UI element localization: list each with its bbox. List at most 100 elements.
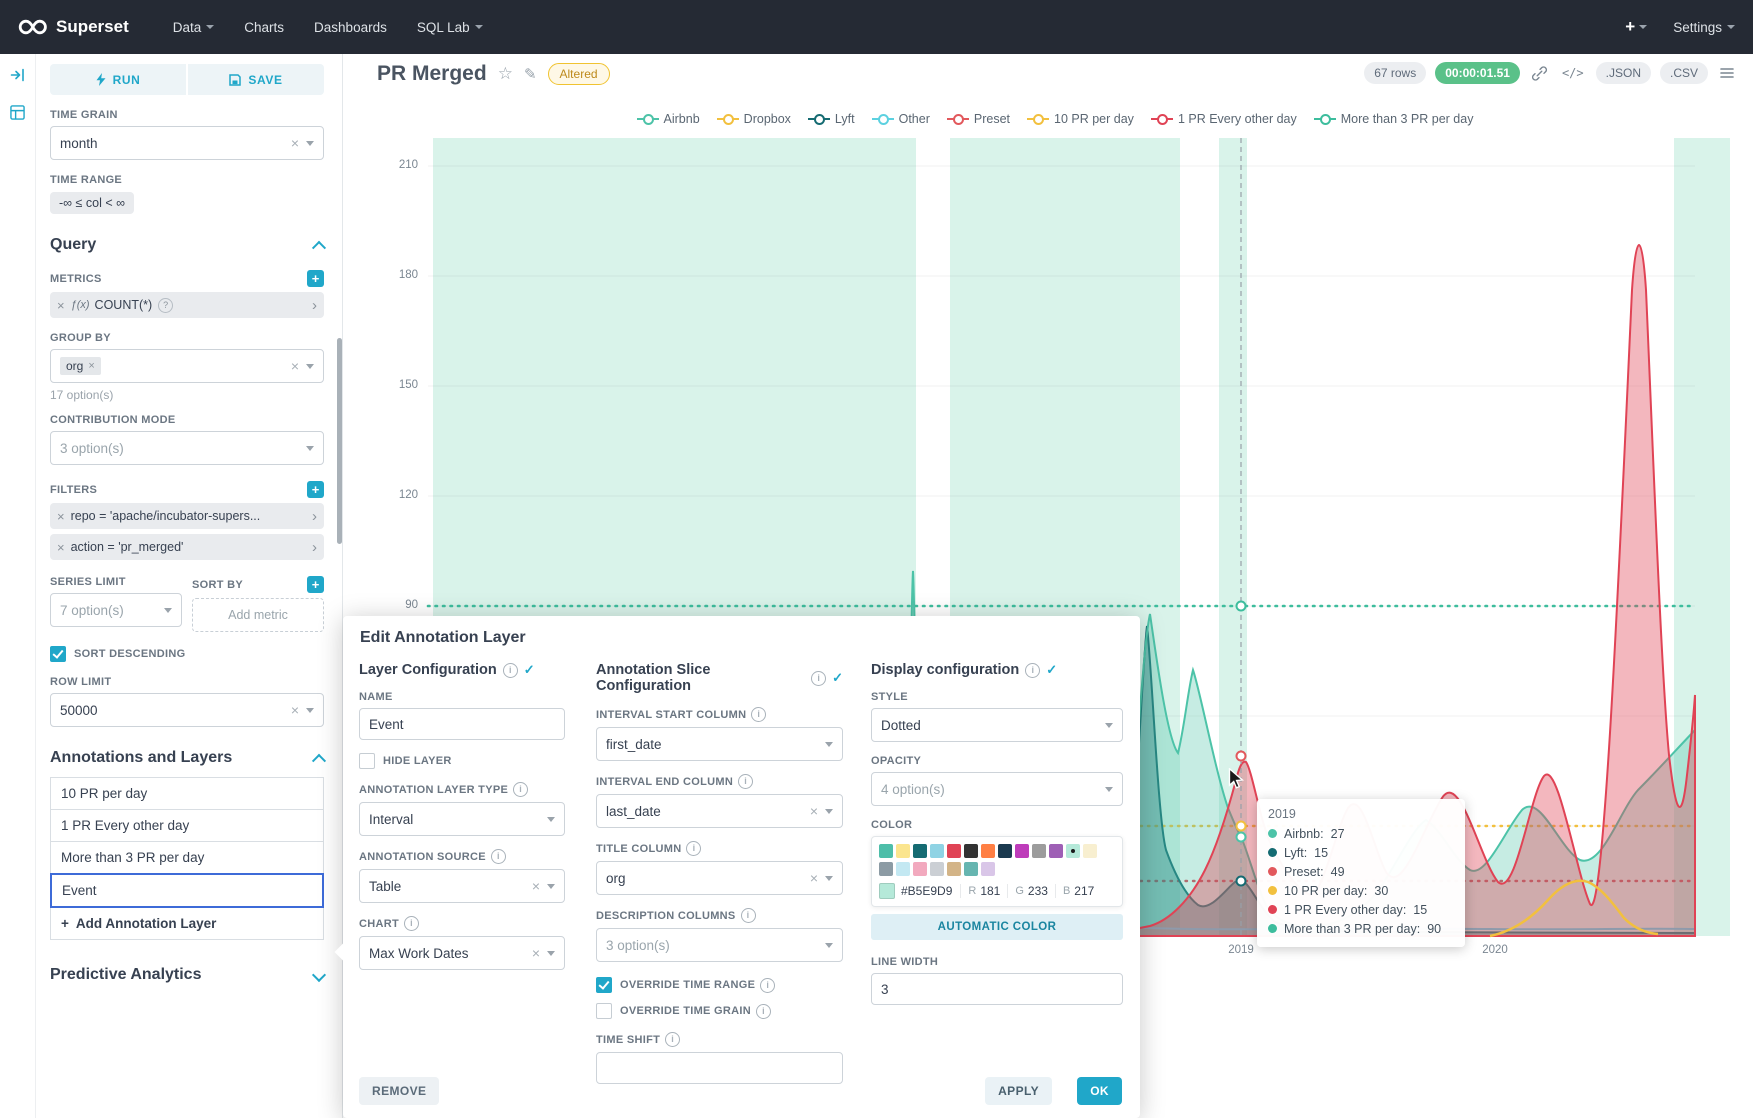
embed-code-icon[interactable]: </> [1559,64,1587,82]
remove-icon[interactable]: × [57,540,65,555]
remove-icon[interactable]: × [57,509,65,524]
b-value-group[interactable]: B217 [1055,884,1101,898]
add-filter-button[interactable]: + [307,481,324,498]
color-swatch[interactable] [998,844,1012,858]
interval-start-column-select[interactable]: first_date [596,727,843,761]
color-swatch[interactable] [879,862,893,876]
color-swatch[interactable] [930,862,944,876]
add-metric-button[interactable]: + [307,270,324,287]
color-swatch-selected[interactable] [1066,844,1080,858]
clear-icon[interactable]: × [291,703,299,717]
apply-button[interactable]: APPLY [985,1077,1052,1105]
section-query[interactable]: Query [50,236,324,254]
color-swatch[interactable] [930,844,944,858]
sort-by-add-metric[interactable]: Add metric [192,598,324,632]
opacity-select[interactable]: 4 option(s) [871,772,1123,806]
sort-descending-checkbox[interactable] [50,646,66,662]
line-width-input[interactable] [871,973,1123,1005]
help-icon[interactable]: ? [158,298,173,313]
interval-end-column-select[interactable]: last_date× [596,794,843,828]
clear-icon[interactable]: × [291,359,299,373]
metric-pill-count[interactable]: × ƒ(x) COUNT(*) ? › [50,292,324,318]
name-input[interactable] [359,708,565,740]
section-annotations[interactable]: Annotations and Layers [50,749,324,767]
color-swatch[interactable] [1015,844,1029,858]
remove-tag-icon[interactable]: × [88,360,94,372]
color-swatch[interactable] [981,862,995,876]
time-shift-input[interactable] [596,1052,843,1084]
clear-icon[interactable]: × [810,871,818,885]
export-json-button[interactable]: .JSON [1596,62,1651,84]
altered-badge[interactable]: Altered [548,63,610,85]
remove-icon[interactable]: × [57,298,65,313]
color-swatch[interactable] [896,844,910,858]
description-columns-select[interactable]: 3 option(s) [596,928,843,962]
filter-pill-repo[interactable]: × repo = 'apache/incubator-supers... › [50,503,324,529]
annotation-layer-type-select[interactable]: Interval [359,802,565,836]
color-swatch[interactable] [1083,844,1097,858]
nav-item-dashboards[interactable]: Dashboards [314,20,387,35]
new-dropdown-button[interactable]: + [1625,17,1647,37]
style-select[interactable]: Dotted [871,708,1123,742]
time-grain-select[interactable]: month × [50,126,324,160]
override-time-grain-checkbox[interactable] [596,1003,612,1019]
nav-item-charts[interactable]: Charts [244,20,284,35]
color-swatch[interactable] [964,862,978,876]
r-value-group[interactable]: R181 [960,884,1007,898]
clear-icon[interactable]: × [810,804,818,818]
clear-icon[interactable]: × [532,946,540,960]
color-swatch[interactable] [913,844,927,858]
legend-item-lyft[interactable]: Lyft [808,112,855,126]
contribution-mode-select[interactable]: 3 option(s) [50,431,324,465]
datasource-grid-icon[interactable] [10,105,25,125]
color-swatch[interactable] [1032,844,1046,858]
color-swatch[interactable] [879,844,893,858]
section-predictive-analytics[interactable]: Predictive Analytics [50,966,324,984]
series-limit-select[interactable]: 7 option(s) [50,593,182,627]
superset-logo[interactable]: Superset [18,17,129,37]
annotation-layer-item[interactable]: 1 PR Every other day [50,809,324,842]
annotation-source-select[interactable]: Table× [359,869,565,903]
remove-button[interactable]: REMOVE [359,1077,439,1105]
group-by-select[interactable]: org× × [50,349,324,383]
chart-select[interactable]: Max Work Dates× [359,936,565,970]
legend-item-other[interactable]: Other [872,112,930,126]
nav-item-sql-lab[interactable]: SQL Lab [417,20,483,35]
annotation-layer-item[interactable]: 10 PR per day [50,777,324,810]
settings-menu[interactable]: Settings [1673,20,1735,35]
export-csv-button[interactable]: .CSV [1660,62,1708,84]
legend-item-1-pr-every-other-day[interactable]: 1 PR Every other day [1151,112,1297,126]
share-link-icon[interactable] [1529,64,1550,83]
legend-item-more-than-3-pr-per-day[interactable]: More than 3 PR per day [1314,112,1474,126]
color-swatch[interactable] [981,844,995,858]
title-column-select[interactable]: org× [596,861,843,895]
annotation-layer-item[interactable]: More than 3 PR per day [50,841,324,874]
legend-item-preset[interactable]: Preset [947,112,1010,126]
legend-item-10-pr-per-day[interactable]: 10 PR per day [1027,112,1134,126]
run-button[interactable]: RUN [50,64,186,95]
edit-pencil-icon[interactable]: ✎ [524,65,537,83]
save-button[interactable]: SAVE [188,64,324,95]
annotation-layer-item-selected[interactable]: Event [50,873,324,908]
hide-layer-checkbox[interactable] [359,753,375,769]
menu-hamburger-icon[interactable] [1717,65,1737,81]
clear-icon[interactable]: × [532,879,540,893]
g-value-group[interactable]: G233 [1007,884,1055,898]
ok-button[interactable]: OK [1077,1077,1122,1105]
add-sort-metric-button[interactable]: + [307,576,324,593]
add-annotation-layer[interactable]: +Add Annotation Layer [50,907,324,940]
clear-icon[interactable]: × [291,136,299,150]
nav-item-data[interactable]: Data [173,20,215,35]
panel-scrollbar[interactable] [337,338,342,544]
automatic-color-button[interactable]: AUTOMATIC COLOR [871,914,1123,940]
group-by-tag[interactable]: org× [60,357,101,375]
color-swatch[interactable] [896,862,910,876]
color-swatch[interactable] [1049,844,1063,858]
color-swatch[interactable] [947,844,961,858]
filter-pill-action[interactable]: × action = 'pr_merged' › [50,534,324,560]
override-time-range-checkbox[interactable] [596,977,612,993]
expand-panel-icon[interactable] [10,67,26,88]
legend-item-airbnb[interactable]: Airbnb [637,112,700,126]
color-swatch[interactable] [947,862,961,876]
row-limit-select[interactable]: 50000 × [50,693,324,727]
